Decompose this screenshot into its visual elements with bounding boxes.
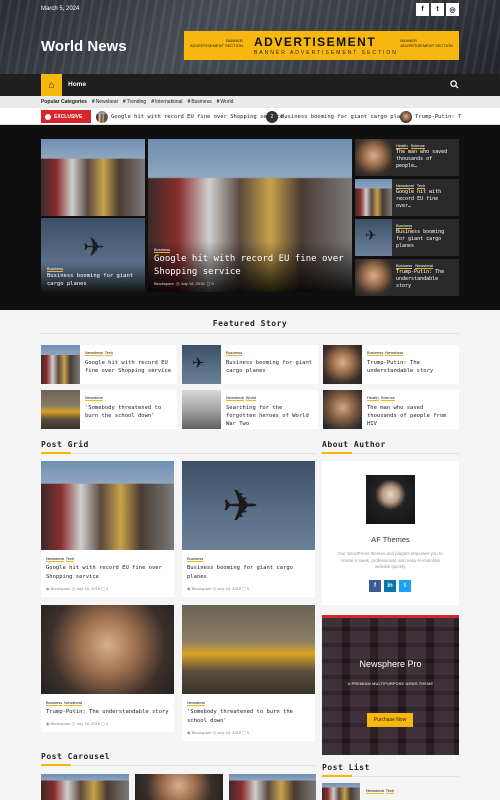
hero-tile-left-bottom[interactable]: ✈ Business Business booming for giant ca… [41,218,145,292]
post-card[interactable]: Business Newsbeat Trump-Putin: The unders… [41,605,174,732]
post-grid-divider [41,452,316,454]
post-card-title[interactable]: 'Somebody threatened to burn the school … [182,705,315,726]
category-link[interactable]: World [217,99,233,105]
about-author-heading: About Author [322,440,386,449]
home-icon[interactable]: ⌂ [41,74,62,96]
popular-categories-bar: Popular Categories Newsbeat Trending Int… [0,96,500,108]
search-icon[interactable] [450,80,459,91]
post-list-divider [322,775,459,777]
ad-main-text: ADVERTISEMENT [254,35,377,49]
category-link[interactable]: Newsbeat [92,99,118,105]
carousel-item[interactable] [229,774,316,800]
featured-item[interactable]: Newsbeat 'Somebody threatened to burn th… [41,390,177,429]
category-link[interactable]: International [151,99,183,105]
category-link[interactable]: Business [188,99,211,105]
linkedin-icon[interactable]: in [384,580,396,592]
ticker-thumbnail [96,111,108,123]
post-card-title[interactable]: Trump-Putin: The understandable story [41,705,174,717]
hero-side-item[interactable]: Newsbeat Tech Google hit with record EU f… [355,179,459,216]
main-navigation: ⌂ Home [0,74,500,96]
hero-tile-left-top[interactable] [41,139,145,216]
featured-item[interactable]: Health Science The man who saved thousand… [323,390,459,429]
hero-side-item[interactable]: Health Science The man who saved thousand… [355,139,459,176]
twitter-icon[interactable]: t [431,3,444,16]
post-card-meta: ◉ Blockspare ◷ July 18, 2018 ▢ 0 [46,586,109,591]
nav-home-link[interactable]: Home [68,81,86,88]
post-card[interactable]: Newsbeat 'Somebody threatened to burn th… [182,605,315,741]
post-card-meta: ◉ Blockspare ◷ July 18, 2018 ▢ 0 [46,721,109,726]
promo-subtitle: A PREMIUM MULTIPURPOSE NEWS THEME [347,682,434,686]
popular-categories-label: Popular Categories [41,99,87,105]
promo-title: Newsphere Pro [359,659,422,669]
site-header: March 5, 2024 f t ◎ World News BANNER ADV… [0,0,500,74]
featured-item[interactable]: Newsbeat World Searching for the forgotte… [182,390,318,429]
post-card-title[interactable]: Business booming for giant cargo planes [182,561,315,582]
hero-main-meta: Blockspare ◷ July 18, 2018 ▢ 0 [154,281,214,286]
post-card-meta: ◉ Blockspare ◷ July 18, 2018 ▢ 0 [187,586,250,591]
header-date: March 5, 2024 [41,6,80,12]
post-carousel-heading: Post Carousel [41,752,111,761]
carousel-item[interactable] [41,774,129,800]
live-dot-icon [45,113,51,120]
airplane-icon: ✈ [222,482,259,531]
ad-right-text: BANNER ADVERTISEMENT SECTION [400,38,453,48]
featured-story-heading: Featured Story [212,319,288,328]
hero-main-tile[interactable]: Business Google hit with record EU fine … [148,139,352,292]
purchase-now-button[interactable]: Purchase Now [367,713,413,727]
twitter-icon[interactable]: t [399,580,411,592]
author-widget: AF Themes Our WordPress themes and plugi… [322,461,459,605]
ad-sub-text: BANNER ADVERTISEMENT SECTION [254,50,398,56]
facebook-icon[interactable]: f [369,580,381,592]
airplane-icon: ✈ [192,355,205,372]
ticker-item[interactable]: Google hit with record EU fine over Shop… [96,111,283,123]
author-bio: Our WordPress themes and plugins empower… [338,551,443,569]
newsphere-pro-promo[interactable]: Newsphere Pro A PREMIUM MULTIPURPOSE NEW… [322,615,459,755]
ticker-thumbnail [400,111,412,123]
carousel-divider [41,764,316,766]
instagram-icon[interactable]: ◎ [446,3,459,16]
featured-divider [41,333,459,334]
hero-section: ✈ Business Business booming for giant ca… [0,125,500,310]
post-grid-heading: Post Grid [41,440,89,449]
header-social-links: f t ◎ [416,3,459,16]
banner-advertisement[interactable]: BANNER ADVERTISEMENT SECTION ADVERTISEMEN… [184,31,459,60]
site-logo[interactable]: World News [41,38,127,55]
category-link[interactable]: Trending [123,99,147,105]
author-name: AF Themes [371,535,410,544]
hero-side-item[interactable]: Business Newsbeat Trump-Putin: The unders… [355,259,459,296]
ad-left-text: BANNER ADVERTISEMENT SECTION [190,38,243,48]
hero-side-item[interactable]: ✈ Business Business booming for giant ca… [355,219,459,256]
news-ticker: EXCLUSIVE Google hit with record EU fine… [0,108,500,125]
post-card[interactable]: Newsbeat Tech Google hit with record EU f… [41,461,174,597]
hero-left-title[interactable]: Business booming for giant cargo planes [47,272,139,288]
ticker-number: 2 [266,111,278,123]
post-list-thumbnail[interactable] [322,783,360,800]
avatar [366,475,415,524]
featured-item[interactable]: ✈ Business Business booming for giant ca… [182,345,318,384]
featured-item[interactable]: Newsbeat Tech Google hit with record EU f… [41,345,177,384]
post-list-heading: Post List [322,763,370,772]
hero-main-title[interactable]: Google hit with record EU fine over Shop… [154,253,346,279]
post-card[interactable]: ✈ Business Business booming for giant ca… [182,461,315,597]
carousel-item[interactable] [135,774,223,800]
facebook-icon[interactable]: f [416,3,429,16]
post-card-meta: ◉ Blockspare ◷ July 18, 2018 ▢ 0 [187,730,250,735]
post-list-cats: Newsbeat Tech [366,788,395,794]
post-card-title[interactable]: Google hit with record EU fine over Shop… [41,561,174,582]
ticker-item[interactable]: Trump-Putin: T [400,111,461,123]
ticker-item[interactable]: 2 Business booming for giant cargo plane… [266,111,410,123]
featured-item[interactable]: Business Newsbeat Trump-Putin: The unders… [323,345,459,384]
airplane-icon: ✈ [83,232,105,262]
about-divider [322,452,459,454]
airplane-icon: ✈ [365,227,377,243]
exclusive-badge: EXCLUSIVE [41,110,91,123]
